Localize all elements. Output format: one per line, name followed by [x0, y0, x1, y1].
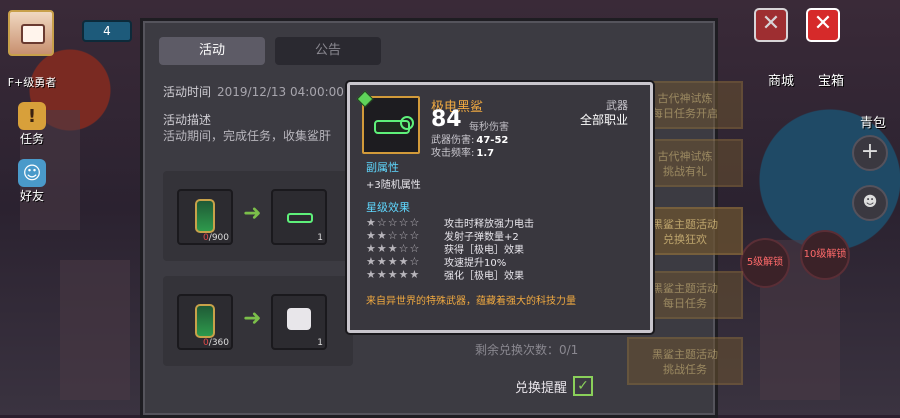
reward-item-slot[interactable]: 1: [271, 189, 327, 245]
player-avatar[interactable]: [8, 10, 54, 56]
cost-count: 0/360: [203, 338, 229, 348]
weapon-icon: [374, 116, 414, 134]
task-button[interactable]: ! 任务: [12, 102, 52, 147]
cost-count: 0/900: [203, 233, 229, 243]
close-icon[interactable]: ✕: [754, 8, 788, 42]
tab-activity[interactable]: 活动: [159, 37, 265, 65]
activity-info: 活动时间 2019/12/13 04:00:00~ 活动描述 活动期间，完成任务，…: [163, 84, 363, 144]
reward-count: 1: [317, 233, 323, 243]
level-badge: 4: [82, 20, 132, 42]
exchange-reminder[interactable]: 兑换提醒 ✓: [515, 376, 594, 396]
cost-item-slot[interactable]: 0/900: [177, 189, 233, 245]
plus-icon[interactable]: +: [852, 135, 888, 171]
star-rating-icon: ★★★☆☆: [366, 242, 421, 255]
close-button[interactable]: ✕: [806, 8, 840, 42]
friend-label: 好友: [19, 189, 44, 203]
sub-attribute-value: +3随机属性: [366, 180, 421, 191]
star-rating-icon: ★★★★☆: [366, 255, 421, 268]
reminder-label: 兑换提醒: [515, 380, 568, 396]
star-rating-icon: ★☆☆☆☆: [366, 216, 421, 229]
right-hud: ✕ ✕ 商城 宝箱 青包 + ☻ 5级解锁 10级解锁: [740, 0, 900, 415]
star-effects-title: 星级效果: [366, 201, 410, 214]
exclamation-icon: !: [18, 102, 46, 130]
panel-tabs: 活动 公告: [159, 37, 381, 65]
star-effects-list: ★☆☆☆☆ 攻击时释放强力电击 ★★☆☆☆ 发射子弹数量+2 ★★★☆☆ 获得［极电］…: [366, 216, 534, 282]
sub-attribute-title: 副属性: [366, 161, 399, 174]
star-effect-row: ★★★★★ 强化［极电］效果: [366, 268, 524, 282]
backpack-label[interactable]: 青包: [860, 112, 886, 131]
remaining-exchanges: 剩余兑换次数：0/1: [475, 343, 579, 357]
player-rank: F+级勇者: [7, 76, 57, 89]
desc-text: 活动期间，完成任务，收集鲨肝: [163, 129, 332, 143]
world-decoration: [60, 260, 130, 400]
shop-label[interactable]: 商城: [768, 70, 794, 89]
check-icon[interactable]: ✓: [573, 376, 594, 396]
cost-item-slot[interactable]: 0/360: [177, 294, 233, 350]
lock-5-button[interactable]: 5级解锁: [740, 238, 790, 288]
weapon-icon: [287, 213, 313, 223]
frequency-stat: 攻击频率: 1.7: [431, 148, 495, 159]
skin-icon: [287, 308, 311, 330]
emote-icon[interactable]: ☻: [852, 185, 888, 221]
lock-10-button[interactable]: 10级解锁: [800, 230, 850, 280]
weapon-tooltip: 极电黑鲨 84 每秒伤害 武器伤害: 47-52 攻击频率: 1.7 武器 全部职业…: [347, 82, 653, 333]
shark-liver-jar-icon: [195, 199, 215, 233]
exchange-row: 0/900 ➜ 1: [163, 171, 353, 261]
exchange-row: 0/360 ➜ 1: [163, 276, 353, 366]
weapon-icon-box: [356, 90, 420, 154]
chest-label[interactable]: 宝箱: [818, 70, 844, 89]
arrow-right-icon: ➜: [243, 201, 262, 226]
task-label: 任务: [19, 132, 44, 146]
weapon-dps: 84: [431, 107, 462, 132]
star-rating-icon: ★★☆☆☆: [366, 229, 421, 242]
shark-liver-jar-icon: [195, 304, 215, 338]
reward-count: 1: [317, 338, 323, 348]
arrow-right-icon: ➜: [243, 306, 262, 331]
tab-notice[interactable]: 公告: [275, 37, 381, 65]
desc-label: 活动描述: [163, 113, 212, 127]
star-rating-icon: ★★★★★: [366, 268, 421, 281]
friend-button[interactable]: ☺ 好友: [12, 159, 52, 204]
friend-icon: ☺: [18, 159, 46, 187]
rarity-gem-icon: [356, 90, 374, 108]
reward-item-slot[interactable]: 1: [271, 294, 327, 350]
weapon-description: 来自异世界的特殊武器，蕴藏着强大的科技力量: [366, 296, 576, 307]
time-label: 活动时间: [163, 85, 212, 99]
left-hud: F+级勇者 ! 任务 ☺ 好友: [4, 10, 60, 204]
time-value: 2019/12/13 04:00:00~: [217, 85, 354, 99]
item-class: 全部职业: [579, 113, 628, 127]
sidebar-item-shark-challenge[interactable]: 黑鲨主题活动 挑战任务: [627, 337, 743, 385]
